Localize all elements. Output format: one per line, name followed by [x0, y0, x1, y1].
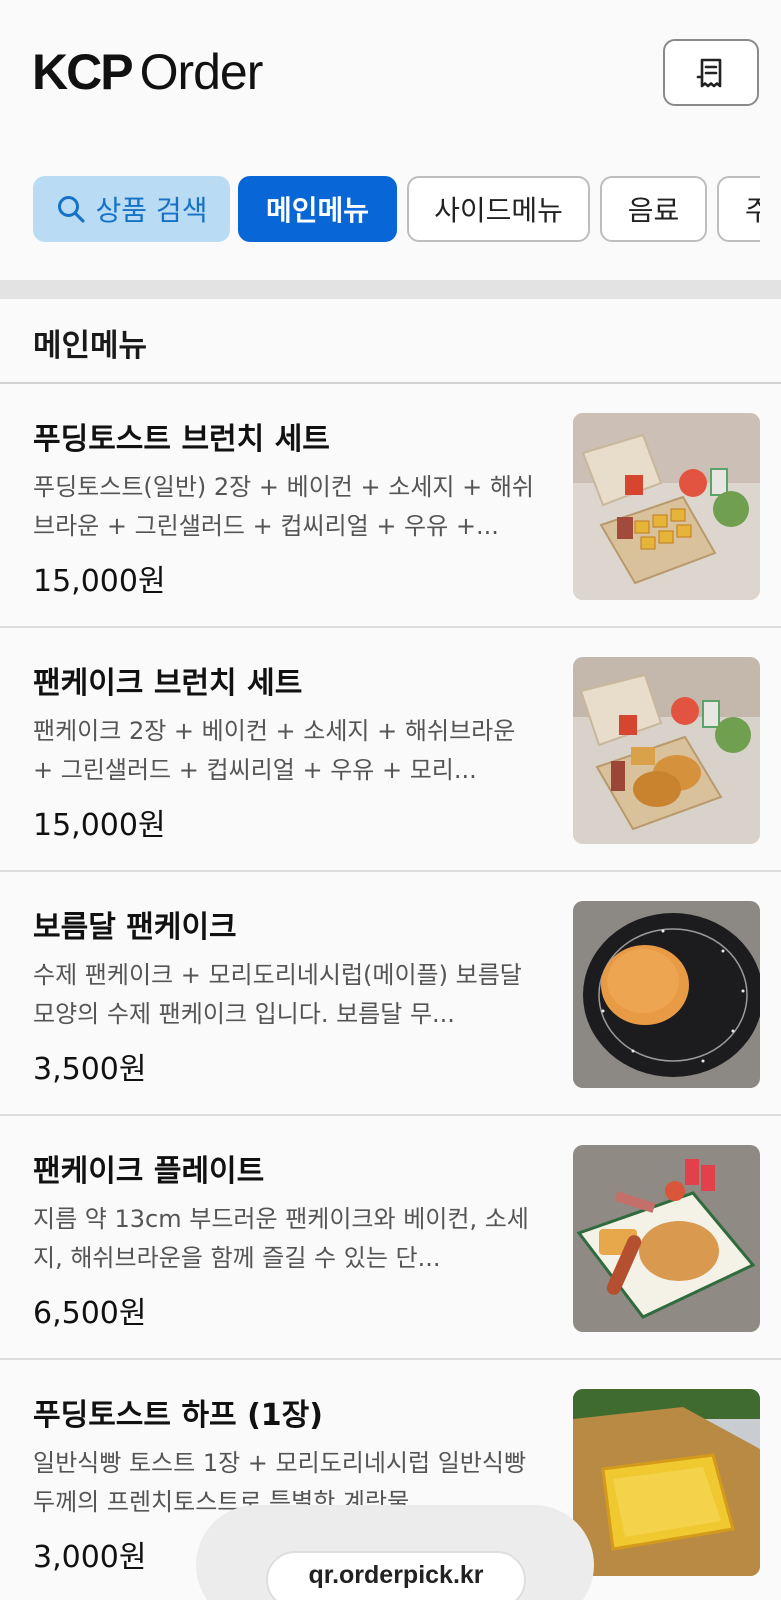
section-divider: [0, 280, 781, 299]
menu-item-name: 푸딩토스트 브런치 세트: [33, 422, 330, 457]
section-title: 메인메뉴: [33, 328, 148, 364]
search-label: 상품 검색: [95, 194, 208, 227]
menu-item[interactable]: 보름달 팬케이크 수제 팬케이크 + 모리도리네시럽(메이플) 보름달 모양의 …: [0, 872, 781, 1116]
menu-item-name: 보름달 팬케이크: [33, 910, 237, 945]
menu-item-image: [573, 1145, 760, 1332]
menu-item-image: [573, 413, 760, 600]
menu-item-image: [573, 1389, 760, 1576]
menu-item-price: 15,000원: [33, 564, 166, 599]
app-logo: KCP Order: [32, 44, 264, 100]
menu-item[interactable]: 팬케이크 플레이트 지름 약 13cm 부드러운 팬케이크와 베이컨, 소세지,…: [0, 1116, 781, 1360]
menu-item-image: [573, 901, 760, 1088]
menu-item-description: 지름 약 13cm 부드러운 팬케이크와 베이컨, 소세지, 해쉬브라운을 함께…: [33, 1205, 529, 1272]
menu-item-name: 팬케이크 플레이트: [33, 1154, 265, 1189]
menu-item-name: 팬케이크 브런치 세트: [33, 666, 303, 701]
logo-text: Order: [139, 44, 264, 100]
receipt-icon: [696, 58, 722, 87]
product-search-button[interactable]: 상품 검색: [33, 176, 230, 242]
menu-item-name: 푸딩토스트 하프 (1장): [33, 1398, 323, 1433]
menu-item-price: 3,000원: [33, 1540, 147, 1575]
menu-item-description: 푸딩토스트(일반) 2장 + 베이컨 + 소세지 + 해쉬브라운 + 그린샐러드…: [33, 473, 535, 540]
menu-item-description: 팬케이크 2장 + 베이컨 + 소세지 + 해쉬브라운 + 그린샐러드 + 컵씨…: [33, 717, 516, 784]
menu-item-image: [573, 657, 760, 844]
category-tabs: 상품 검색 메인메뉴 사이드메뉴 음료 주: [0, 176, 760, 244]
order-history-button[interactable]: [663, 39, 759, 106]
menu-item[interactable]: 푸딩토스트 브런치 세트 푸딩토스트(일반) 2장 + 베이컨 + 소세지 + …: [0, 384, 781, 628]
header: KCP Order: [0, 0, 781, 150]
menu-item-price: 6,500원: [33, 1296, 147, 1331]
menu-list: 푸딩토스트 브런치 세트 푸딩토스트(일반) 2장 + 베이컨 + 소세지 + …: [0, 384, 781, 1600]
site-url-badge[interactable]: qr.orderpick.kr: [266, 1551, 526, 1600]
tab-drinks[interactable]: 음료: [600, 176, 707, 242]
tab-side-menu[interactable]: 사이드메뉴: [407, 176, 590, 242]
search-icon: [57, 196, 85, 223]
tab-more-partial[interactable]: 주: [717, 176, 760, 242]
order-page: KCP Order 상품 검색 메인메뉴 사이드메뉴 음료 주 메인메뉴 푸딩토스: [0, 0, 781, 1600]
tab-main-menu[interactable]: 메인메뉴: [238, 176, 397, 242]
menu-item[interactable]: 팬케이크 브런치 세트 팬케이크 2장 + 베이컨 + 소세지 + 해쉬브라운 …: [0, 628, 781, 872]
logo-brand: KCP: [32, 44, 134, 100]
menu-item-price: 15,000원: [33, 808, 166, 843]
menu-item-description: 수제 팬케이크 + 모리도리네시럽(메이플) 보름달 모양의 수제 팬케이크 입…: [33, 961, 522, 1028]
menu-item-price: 3,500원: [33, 1052, 147, 1087]
